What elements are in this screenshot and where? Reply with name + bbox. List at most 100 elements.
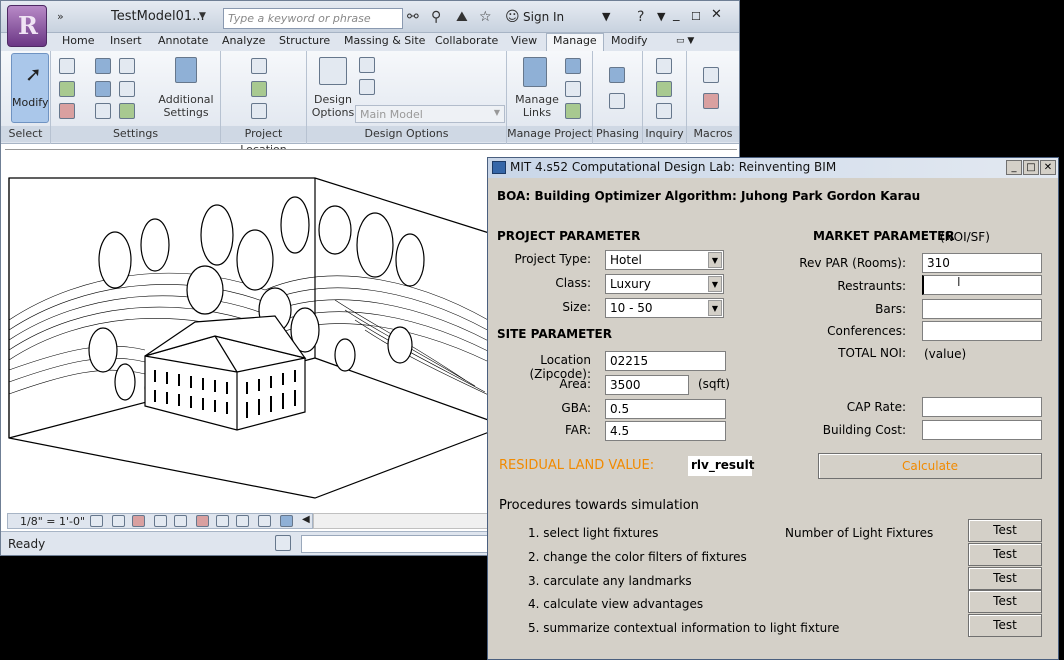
purge-unused-icon[interactable] <box>95 103 111 119</box>
project-info-icon[interactable] <box>95 58 111 74</box>
shared-parameters-icon[interactable] <box>95 81 111 97</box>
sign-in-link[interactable]: Sign In <box>523 10 564 24</box>
design-options-button[interactable]: Design Options <box>311 93 355 119</box>
conferences-input[interactable] <box>922 321 1042 341</box>
ribbon-toggle-icon[interactable]: ▭ ▼ <box>676 36 694 46</box>
test-button-5[interactable]: Test <box>968 614 1042 637</box>
main-model-select[interactable]: Main Model ▼ <box>355 105 505 123</box>
tab-massing-site[interactable]: Massing & Site <box>344 34 425 47</box>
view-scale[interactable]: 1/8" = 1'-0" <box>20 515 85 528</box>
signin-dropdown-icon[interactable]: ▼ <box>602 10 610 23</box>
title-dropdown-icon[interactable]: ▼ <box>199 11 206 21</box>
favorites-star-icon[interactable]: ☆ <box>479 9 492 25</box>
unlock-view-icon[interactable] <box>196 515 209 527</box>
binoculars-icon[interactable]: ⚯ <box>407 9 419 25</box>
shadows-icon[interactable] <box>132 515 145 527</box>
area-input[interactable]: 3500 <box>605 375 689 395</box>
select-by-id-icon[interactable] <box>656 103 672 119</box>
tab-insert[interactable]: Insert <box>110 34 142 47</box>
crop-view-icon[interactable] <box>154 515 167 527</box>
test-button-4[interactable]: Test <box>968 590 1042 613</box>
manage-images-icon[interactable] <box>565 58 581 74</box>
pick-to-edit-icon[interactable] <box>359 79 375 95</box>
macro-security-icon[interactable] <box>703 93 719 109</box>
additional-settings-button[interactable]: Additional Settings <box>155 93 217 119</box>
dialog-titlebar[interactable]: MIT 4.s52 Computational Design Lab: Rein… <box>488 158 1058 178</box>
help-dropdown-icon[interactable]: ▼ <box>657 10 665 23</box>
gba-input[interactable]: 0.5 <box>605 399 726 419</box>
gba-label: GBA: <box>561 401 591 415</box>
tab-structure[interactable]: Structure <box>279 34 330 47</box>
location-input[interactable]: 02215 <box>605 351 726 371</box>
project-type-select[interactable]: Hotel ▼ <box>605 250 724 270</box>
hammer-icon[interactable] <box>609 93 625 109</box>
modify-button[interactable]: ➚ Modify <box>11 53 49 123</box>
location-icon[interactable] <box>251 58 267 74</box>
test-button-2[interactable]: Test <box>968 543 1042 566</box>
minimize-icon[interactable]: _ <box>673 7 680 22</box>
visual-style-icon[interactable] <box>112 515 125 527</box>
bars-input[interactable] <box>922 299 1042 319</box>
decal-types-icon[interactable] <box>565 81 581 97</box>
application-menu-button[interactable]: R <box>7 5 47 47</box>
maximize-icon[interactable]: ☐ <box>691 10 701 23</box>
project-parameters-icon[interactable] <box>119 58 135 74</box>
reveal-hidden-icon[interactable] <box>236 515 249 527</box>
panel-project-location: Project Location <box>221 51 307 156</box>
materials-icon[interactable] <box>59 58 75 74</box>
additional-settings-icon[interactable] <box>175 57 197 83</box>
project-units-icon[interactable] <box>119 103 135 119</box>
test-button-3[interactable]: Test <box>968 567 1042 590</box>
procedure-item: 3. carculate any landmarks <box>528 574 692 588</box>
temporary-hide-icon[interactable] <box>216 515 229 527</box>
coordinates-icon[interactable] <box>251 81 267 97</box>
revpar-input[interactable]: 310 <box>922 253 1042 273</box>
minimize-icon[interactable]: _ <box>1006 160 1022 175</box>
object-styles-icon[interactable] <box>59 81 75 97</box>
design-options-icon[interactable] <box>319 57 347 85</box>
test-button-1[interactable]: Test <box>968 519 1042 542</box>
scroll-left-icon[interactable]: ◀ <box>302 514 310 525</box>
highlight-icon[interactable] <box>280 515 293 527</box>
macro-manager-icon[interactable] <box>703 67 719 83</box>
transfer-standards-icon[interactable] <box>119 81 135 97</box>
position-icon[interactable] <box>251 103 267 119</box>
starting-view-icon[interactable] <box>565 103 581 119</box>
close-icon[interactable]: ✕ <box>711 7 722 22</box>
add-to-set-icon[interactable] <box>359 57 375 73</box>
tab-manage[interactable]: Manage <box>546 33 604 51</box>
double-chevron-icon[interactable]: » <box>57 10 64 23</box>
user-icon[interactable]: ☺ <box>505 9 520 25</box>
close-icon[interactable]: ✕ <box>1040 160 1056 175</box>
comm-center-icon[interactable]: ⛰ <box>456 9 468 25</box>
building-cost-input[interactable] <box>922 420 1042 440</box>
tab-view[interactable]: View <box>511 34 537 47</box>
manage-links-icon[interactable] <box>523 57 547 87</box>
manage-links-button[interactable]: Manage Links <box>513 93 561 119</box>
ids-of-selection-icon[interactable] <box>656 58 672 74</box>
restraunts-input[interactable] <box>922 275 1042 295</box>
size-select[interactable]: 10 - 50 ▼ <box>605 298 724 318</box>
snaps-icon[interactable] <box>59 103 75 119</box>
class-select[interactable]: Luxury ▼ <box>605 274 724 294</box>
search-input[interactable]: Type a keyword or phrase <box>223 8 403 29</box>
warnings-icon[interactable] <box>656 81 672 97</box>
tab-modify[interactable]: Modify <box>611 34 647 47</box>
phases-icon[interactable] <box>609 67 625 83</box>
tab-collaborate[interactable]: Collaborate <box>435 34 498 47</box>
help-icon[interactable]: ? <box>637 9 644 25</box>
status-field[interactable] <box>301 535 489 553</box>
key-icon[interactable]: ⚲ <box>431 9 441 25</box>
show-crop-icon[interactable] <box>174 515 187 527</box>
maximize-icon[interactable]: □ <box>1023 160 1039 175</box>
detail-level-icon[interactable] <box>90 515 103 527</box>
tab-annotate[interactable]: Annotate <box>158 34 208 47</box>
analytical-model-icon[interactable] <box>258 515 271 527</box>
tab-analyze[interactable]: Analyze <box>222 34 265 47</box>
cap-rate-input[interactable] <box>922 397 1042 417</box>
worksets-icon[interactable] <box>275 535 291 551</box>
far-input[interactable]: 4.5 <box>605 421 726 441</box>
calculate-button[interactable]: Calculate <box>818 453 1042 479</box>
procedure-item: 2. change the color filters of fixtures <box>528 550 747 564</box>
tab-home[interactable]: Home <box>62 34 94 47</box>
